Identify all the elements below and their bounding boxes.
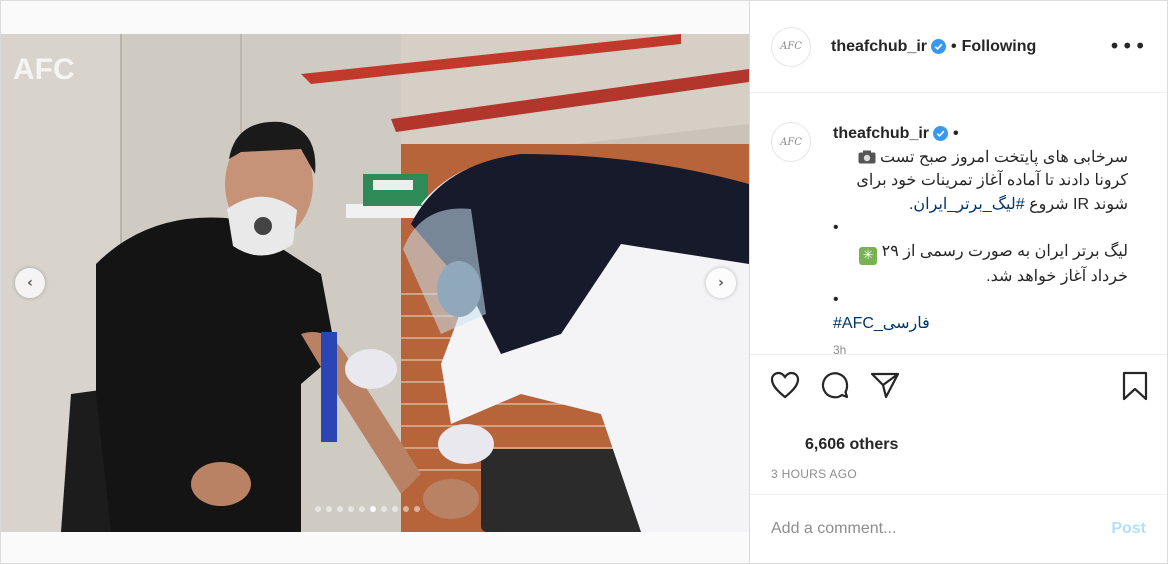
- caption-line-5: خرداد آغاز خواهد شد.: [986, 267, 1128, 285]
- more-options-icon[interactable]: •••: [1109, 36, 1147, 56]
- caption-timestamp[interactable]: 3h: [833, 339, 1128, 354]
- caption-area: AFC theafchub_ir • سرخابی های پایتخت امر…: [750, 94, 1167, 354]
- carousel-dot: [370, 506, 376, 512]
- avatar-logo-text: AFC: [780, 41, 802, 52]
- instagram-post-view: AFC ‹ › AFC theafchub_ir • Following •••…: [0, 0, 1168, 564]
- comment-icon[interactable]: [820, 371, 850, 401]
- avatar[interactable]: AFC: [771, 26, 811, 67]
- carousel-indicator: [315, 506, 420, 512]
- carousel-prev-button[interactable]: ‹: [15, 268, 45, 298]
- following-button[interactable]: Following: [962, 38, 1037, 56]
- caption-avatar-logo-text: AFC: [780, 136, 802, 148]
- caption-line-1-text: سرخابی های پایتخت امروز صبح تست: [880, 148, 1128, 166]
- caption-bullet-1: •: [833, 219, 839, 236]
- caption-line-2: کرونا دادند تا آماده آغاز تمرینات خود بر…: [856, 172, 1128, 189]
- post-actions: 6,606 others 3 HOURS AGO: [750, 354, 1167, 494]
- carousel-dot: [359, 506, 365, 512]
- caption-username-link[interactable]: theafchub_ir: [833, 122, 929, 146]
- sparkle-emoji-icon: ✳: [859, 246, 878, 265]
- header-separator: •: [951, 37, 957, 55]
- hashtag-link-afc-farsi[interactable]: #AFC_فارسی: [833, 312, 1128, 336]
- afc-watermark: AFC: [13, 53, 75, 86]
- username-link[interactable]: theafchub_ir: [831, 38, 927, 56]
- post-date[interactable]: 3 HOURS AGO: [771, 467, 857, 481]
- verified-badge-icon: [931, 39, 947, 54]
- chevron-left-icon: ‹: [27, 275, 33, 291]
- caption-bullet-2: •: [833, 291, 839, 308]
- carousel-dot: [414, 506, 420, 512]
- caption-line-3-prefix: شوند: [1089, 195, 1128, 213]
- post-header: AFC theafchub_ir • Following •••: [750, 1, 1167, 93]
- carousel-next-button[interactable]: ›: [706, 268, 736, 298]
- caption-line-1: سرخابی های پایتخت امروز صبح تست: [833, 146, 1128, 170]
- caption-text: theafchub_ir • سرخابی های پایتخت امروز ص…: [833, 122, 1128, 354]
- caption-separator: •: [953, 125, 959, 142]
- caption-line-3: شوند IR شروع #لیگ_برتر_ایران.: [833, 193, 1128, 217]
- bookmark-icon[interactable]: [1122, 371, 1148, 401]
- camera-emoji-icon: [858, 150, 876, 163]
- chevron-right-icon: ›: [718, 275, 724, 291]
- carousel-dot: [403, 506, 409, 512]
- carousel-dot: [326, 506, 332, 512]
- carousel-dot: [381, 506, 387, 512]
- carousel-dot: [348, 506, 354, 512]
- post-comment-button[interactable]: Post: [1111, 520, 1146, 538]
- hashtag-link-iran-league[interactable]: #لیگ_برتر_ایران: [913, 196, 1024, 213]
- post-photo[interactable]: AFC: [1, 34, 749, 532]
- caption-verified-badge-icon: [933, 126, 949, 142]
- likes-count[interactable]: 6,606 others: [805, 436, 898, 454]
- heart-icon[interactable]: [770, 371, 800, 399]
- header-account-info: theafchub_ir • Following: [831, 38, 1036, 56]
- comment-box: Post: [750, 494, 1167, 563]
- comment-input[interactable]: [771, 520, 1112, 538]
- caption-line-4-text: لیگ برتر ایران به صورت رسمی از ۲۹: [881, 242, 1128, 260]
- carousel-dot: [392, 506, 398, 512]
- share-icon[interactable]: [870, 371, 900, 399]
- carousel-dot: [337, 506, 343, 512]
- photo-pane: AFC ‹ ›: [0, 0, 749, 564]
- post-side-panel: AFC theafchub_ir • Following ••• AFC the…: [749, 0, 1168, 564]
- caption-line-4: لیگ برتر ایران به صورت رسمی از ۲۹ ✳: [833, 240, 1128, 265]
- photo-illustration: AFC: [1, 34, 749, 532]
- caption-line-3-word: شروع: [1024, 195, 1074, 213]
- carousel-dot: [315, 506, 321, 512]
- iran-flag-emoji: IR: [1073, 195, 1090, 213]
- caption-avatar[interactable]: AFC: [771, 122, 811, 162]
